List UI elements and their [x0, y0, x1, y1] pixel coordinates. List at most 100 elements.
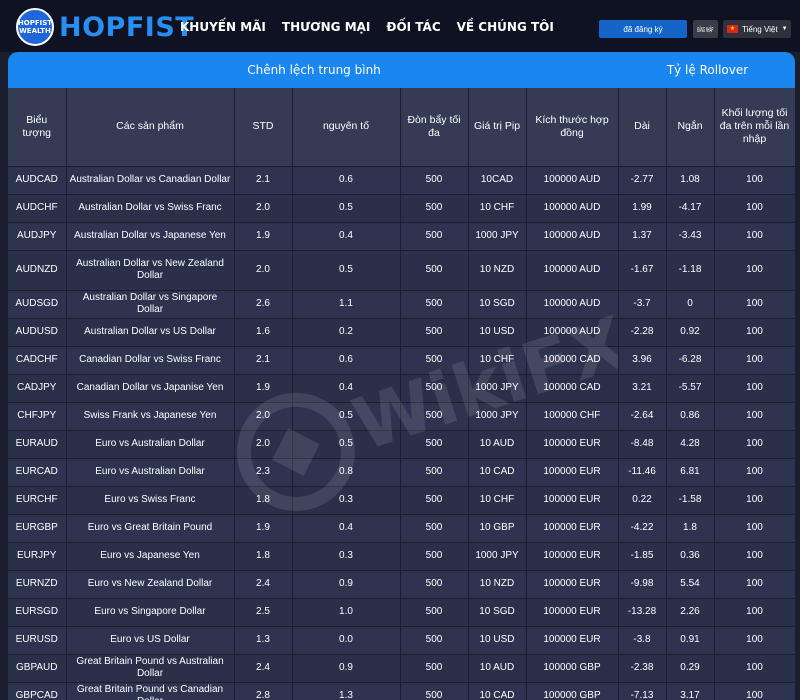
logo-text: HOPFIST — [59, 11, 195, 43]
cell-contract-size: 100000 CAD — [526, 374, 619, 403]
table-row: GBPAUD Great Britain Pound vs Australian … — [8, 654, 795, 683]
cell-contract-size: 100000 AUD — [526, 222, 619, 251]
language-selector[interactable]: ★ Tiếng Việt ▼ — [723, 20, 791, 38]
cell-raw: 0.3 — [292, 542, 401, 571]
cell-short: 0 — [666, 290, 715, 319]
cell-std: 1.9 — [234, 222, 293, 251]
cell-symbol: CADCHF — [8, 346, 67, 375]
cell-max-leverage: 500 — [400, 458, 469, 487]
cell-contract-size: 100000 EUR — [526, 542, 619, 571]
cell-symbol: EURNZD — [8, 570, 67, 599]
cell-short: 0.29 — [666, 654, 715, 683]
cell-short: -1.18 — [666, 250, 715, 291]
cell-raw: 0.0 — [292, 626, 401, 655]
cell-std: 2.4 — [234, 654, 293, 683]
cell-max-volume: 100 — [714, 222, 795, 251]
cell-pip-value: 10 NZD — [468, 250, 527, 291]
cell-symbol: AUDCHF — [8, 194, 67, 223]
col-header-short: Ngắn — [666, 88, 715, 167]
cell-product: Euro vs Australian Dollar — [66, 430, 235, 459]
logo-badge-icon: HOPFIST WEALTH — [16, 8, 54, 46]
cell-short: 1.8 — [666, 514, 715, 543]
cell-symbol: GBPAUD — [8, 654, 67, 683]
cell-std: 1.8 — [234, 486, 293, 515]
register-button[interactable]: đã đăng ký — [599, 20, 687, 38]
cell-symbol: CHFJPY — [8, 402, 67, 431]
cell-product: Euro vs Great Britain Pound — [66, 514, 235, 543]
cell-max-leverage: 500 — [400, 626, 469, 655]
nav-trading[interactable]: THƯƠNG MẠI — [282, 20, 371, 34]
cell-symbol: AUDNZD — [8, 250, 67, 291]
cell-max-volume: 100 — [714, 346, 795, 375]
cell-contract-size: 100000 AUD — [526, 250, 619, 291]
cell-contract-size: 100000 EUR — [526, 430, 619, 459]
cell-max-volume: 100 — [714, 598, 795, 627]
cell-short: 2.26 — [666, 598, 715, 627]
cell-raw: 0.5 — [292, 194, 401, 223]
cell-product: Australian Dollar vs New Zealand Dollar — [66, 250, 235, 291]
cell-raw: 1.1 — [292, 290, 401, 319]
cell-std: 2.5 — [234, 598, 293, 627]
cell-contract-size: 100000 AUD — [526, 290, 619, 319]
nav-promotions[interactable]: KHUYẾN MÃI — [180, 20, 266, 34]
cell-max-leverage: 500 — [400, 166, 469, 195]
cell-max-volume: 100 — [714, 458, 795, 487]
cell-raw: 0.4 — [292, 222, 401, 251]
cell-pip-value: 10 AUD — [468, 654, 527, 683]
cell-pip-value: 10 SGD — [468, 290, 527, 319]
hopfist-logo[interactable]: HOPFIST WEALTH HOPFIST — [16, 8, 194, 46]
cell-std: 2.0 — [234, 402, 293, 431]
cell-std: 2.1 — [234, 346, 293, 375]
cell-product: Swiss Frank vs Japanese Yen — [66, 402, 235, 431]
cell-product: Australian Dollar vs Swiss Franc — [66, 194, 235, 223]
nav-partners[interactable]: ĐỐI TÁC — [386, 20, 440, 34]
cell-product: Euro vs Singapore Dollar — [66, 598, 235, 627]
cell-raw: 1.0 — [292, 598, 401, 627]
cell-long: 0.22 — [618, 486, 667, 515]
instrument-table-container: Chênh lệch trung bình Tỷ lệ Rollover Biể… — [8, 52, 795, 700]
cell-short: -6.28 — [666, 346, 715, 375]
cell-std: 2.3 — [234, 458, 293, 487]
cell-product: Canadian Dollar vs Swiss Franc — [66, 346, 235, 375]
cell-raw: 0.9 — [292, 654, 401, 683]
cell-short: 6.81 — [666, 458, 715, 487]
cell-max-volume: 100 — [714, 374, 795, 403]
cell-pip-value: 1000 JPY — [468, 222, 527, 251]
cell-raw: 1.3 — [292, 682, 401, 700]
cell-max-volume: 100 — [714, 166, 795, 195]
group-rollover-rate: Tỷ lệ Rollover — [666, 63, 749, 77]
cell-max-leverage: 500 — [400, 374, 469, 403]
main-nav: KHUYẾN MÃI THƯƠNG MẠI ĐỐI TÁC VỀ CHÚNG T… — [180, 20, 570, 34]
cell-max-leverage: 500 — [400, 250, 469, 291]
cell-pip-value: 1000 JPY — [468, 374, 527, 403]
nav-about-us[interactable]: VỀ CHÚNG TÔI — [457, 20, 554, 34]
cell-std: 2.4 — [234, 570, 293, 599]
cell-max-leverage: 500 — [400, 542, 469, 571]
table-row: EURCHF Euro vs Swiss Franc 1.8 0.3 500 10 CHF… — [8, 486, 795, 515]
cell-raw: 0.6 — [292, 346, 401, 375]
cell-short: 4.28 — [666, 430, 715, 459]
login-button[interactable]: ĐĂNG NHẬP — [693, 20, 718, 38]
cell-product: Euro vs US Dollar — [66, 626, 235, 655]
cell-long: -2.28 — [618, 318, 667, 347]
cell-long: -3.8 — [618, 626, 667, 655]
cell-product: Euro vs New Zealand Dollar — [66, 570, 235, 599]
cell-long: -3.7 — [618, 290, 667, 319]
cell-contract-size: 100000 EUR — [526, 458, 619, 487]
cell-std: 1.9 — [234, 374, 293, 403]
cell-max-volume: 100 — [714, 486, 795, 515]
cell-raw: 0.5 — [292, 250, 401, 291]
cell-std: 2.1 — [234, 166, 293, 195]
cell-long: -2.38 — [618, 654, 667, 683]
cell-std: 2.6 — [234, 290, 293, 319]
cell-max-volume: 100 — [714, 402, 795, 431]
cell-max-leverage: 500 — [400, 598, 469, 627]
cell-product: Australian Dollar vs Japanese Yen — [66, 222, 235, 251]
cell-pip-value: 10 CHF — [468, 346, 527, 375]
cell-contract-size: 100000 GBP — [526, 654, 619, 683]
cell-symbol: EURJPY — [8, 542, 67, 571]
cell-max-leverage: 500 — [400, 430, 469, 459]
col-header-symbol: Biểu tượng — [8, 88, 67, 167]
cell-short: 0.36 — [666, 542, 715, 571]
cell-contract-size: 100000 GBP — [526, 682, 619, 700]
